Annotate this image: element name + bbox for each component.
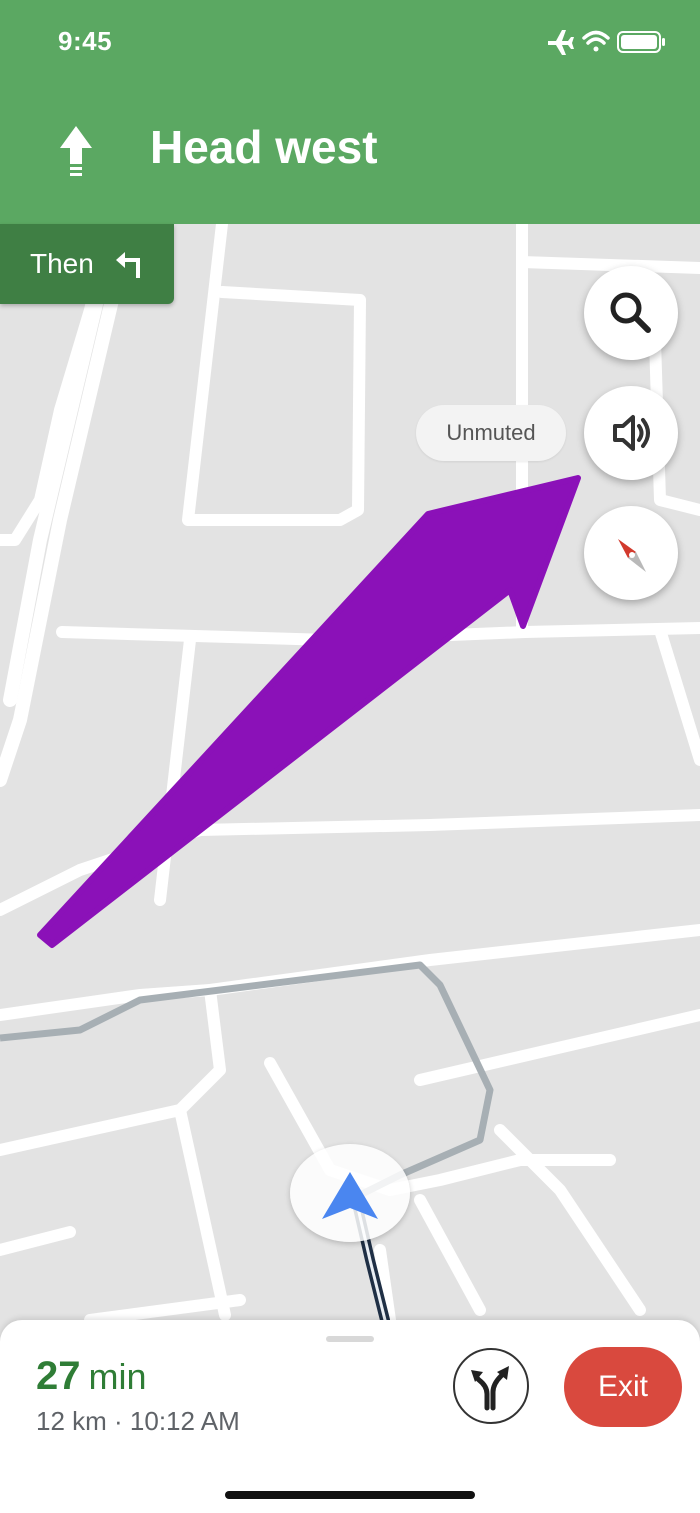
eta-unit: min xyxy=(88,1356,147,1397)
search-icon xyxy=(610,292,651,333)
compass-icon xyxy=(618,539,646,572)
sound-status-chip: Unmuted xyxy=(416,405,566,461)
exit-button[interactable]: Exit xyxy=(564,1347,682,1427)
status-time: 9:45 xyxy=(58,26,113,56)
volume-icon xyxy=(613,415,650,451)
eta-display: 27 min xyxy=(36,1354,147,1399)
search-button[interactable] xyxy=(584,266,678,360)
then-label: Then xyxy=(30,248,94,279)
alternate-routes-icon xyxy=(471,1366,509,1411)
trip-details: 12 km · 10:12 AM xyxy=(36,1406,240,1436)
sheet-drag-handle[interactable] xyxy=(326,1336,374,1342)
alternate-routes-button[interactable] xyxy=(453,1348,529,1424)
sound-button[interactable] xyxy=(584,386,678,480)
battery-icon xyxy=(617,31,665,53)
navigation-screen: 9:45 Head west Then Unmuted 27 min 12 km… xyxy=(0,0,700,1513)
arrow-up-icon xyxy=(60,126,92,176)
sound-status-label: Unmuted xyxy=(446,420,536,445)
turn-left-icon xyxy=(116,252,140,278)
navigation-header: 9:45 Head west xyxy=(0,0,700,224)
home-indicator[interactable] xyxy=(225,1491,475,1499)
airplane-icon xyxy=(548,30,574,55)
compass-button[interactable] xyxy=(584,506,678,600)
navigation-arrow-icon xyxy=(322,1172,378,1219)
eta-value: 27 xyxy=(36,1354,81,1398)
direction-instruction: Head west xyxy=(150,121,378,173)
status-icons xyxy=(546,28,670,61)
trip-summary-sheet[interactable]: 27 min 12 km · 10:12 AM Exit xyxy=(0,1320,700,1513)
current-location-marker xyxy=(290,1144,410,1242)
wifi-icon xyxy=(582,30,610,52)
